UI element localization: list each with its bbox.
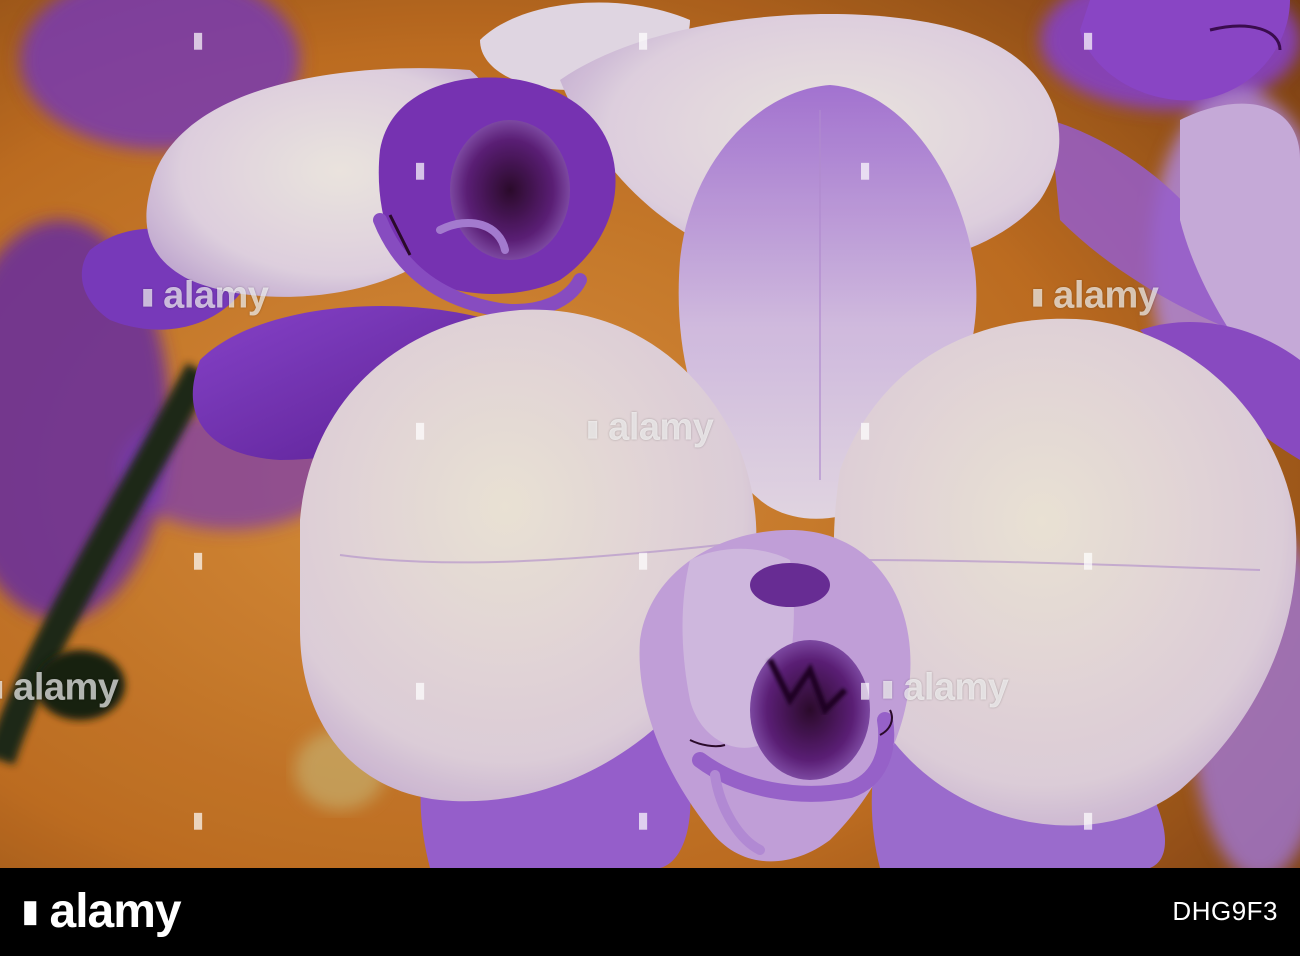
image-id: DHG9F3 [1172, 896, 1278, 926]
orchid-illustration [0, 0, 1300, 868]
footer-bar: ▮ alamy DHG9F3 [0, 868, 1300, 956]
orchid-photo: ▮ alamy ▮ alamy ▮ alamy ▮ alamy ▮ alamy … [0, 0, 1300, 868]
alamy-logo-text: alamy [49, 885, 182, 938]
photo-frame: ▮ alamy ▮ alamy ▮ alamy ▮ alamy ▮ alamy … [0, 0, 1300, 956]
alamy-logo: ▮ alamy [22, 884, 182, 939]
alamy-logo-mark-icon: ▮ [22, 895, 38, 928]
